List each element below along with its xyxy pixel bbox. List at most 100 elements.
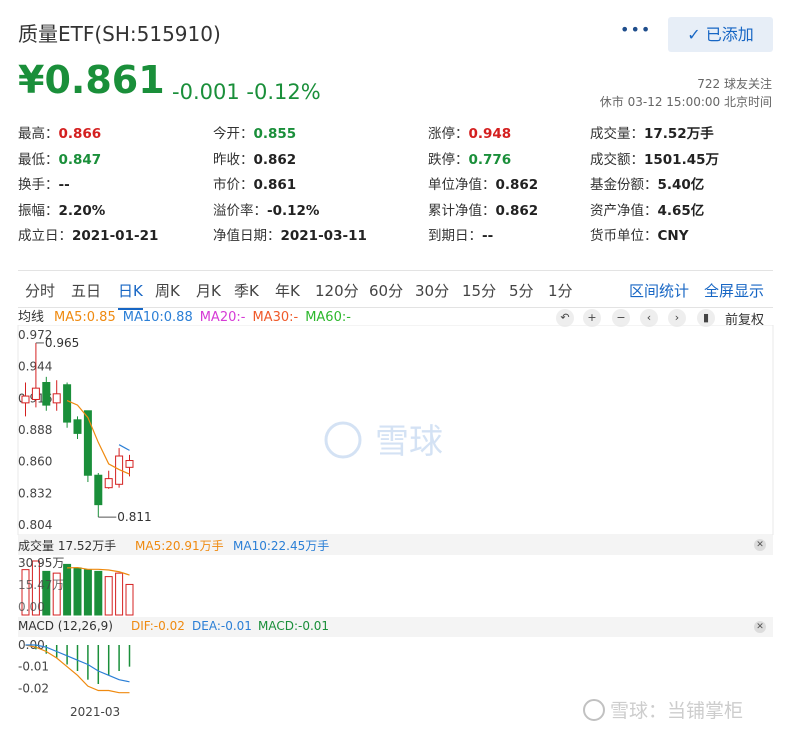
stat-value: 2021-01-21 — [72, 228, 159, 244]
fullscreen-link[interactable]: 全屏显示 — [704, 280, 764, 301]
added-label: 已添加 — [705, 25, 754, 44]
tab-7[interactable]: 120分 — [315, 280, 359, 301]
stat-label: 今开： — [213, 126, 254, 142]
volume-ma-item: MA10:22.45万手 — [233, 539, 330, 553]
ma-legend: 均线 MA5:0.85 MA10:0.88 MA20:- MA30:- MA60:- — [18, 306, 358, 325]
stat-value: 0.862 — [495, 202, 539, 219]
tab-11[interactable]: 5分 — [509, 280, 534, 301]
stat-label: 累计净值： — [428, 202, 496, 219]
tab-1[interactable]: 五日 — [71, 280, 101, 301]
stat-item: 资产净值：4.65亿 — [590, 199, 704, 219]
footer-watermark-text: 雪球：当铺掌柜 — [610, 700, 743, 722]
tab-0[interactable]: 分时 — [25, 280, 55, 301]
watermark-text: 雪球 — [375, 422, 443, 462]
tab-9[interactable]: 30分 — [415, 280, 449, 301]
volume-chart[interactable]: 30.95万 15.47万 0.00 — [0, 555, 800, 617]
volume-bar — [73, 567, 82, 616]
volume-bar — [125, 583, 134, 616]
stat-label: 溢价率： — [213, 202, 267, 219]
volume-bar — [94, 570, 103, 616]
stat-value: 17.52万手 — [644, 126, 714, 142]
stat-item: 换手：-- — [18, 173, 70, 193]
stat-value: CNY — [657, 228, 689, 244]
stat-value: 0.861 — [253, 177, 297, 193]
stat-label: 振幅： — [18, 202, 59, 219]
stat-item: 累计净值：0.862 — [428, 199, 538, 219]
y-tick-label: 0.944 — [18, 360, 52, 374]
candle-body — [52, 393, 61, 404]
macd-item: DEA:-0.01 — [192, 619, 252, 633]
stat-value: 0.862 — [495, 177, 539, 193]
candle-body — [21, 395, 30, 404]
stat-label: 最低： — [18, 151, 59, 168]
ma-label: 均线 — [18, 310, 45, 325]
current-price: ¥0.861 — [18, 58, 165, 102]
stat-label: 单位净值： — [428, 177, 496, 193]
ma10-line — [118, 444, 130, 451]
close-macd-icon[interactable]: ✕ — [754, 621, 766, 633]
stat-label: 换手： — [18, 177, 59, 193]
max-price-label: 0.965 — [45, 336, 79, 350]
more-menu-icon[interactable]: ••• — [620, 20, 651, 39]
ma-legend-item: MA20:- — [199, 310, 246, 325]
stat-label: 资产净值： — [590, 202, 658, 219]
y-tick-label: 0.860 — [18, 455, 52, 469]
candle-body — [63, 384, 72, 423]
tab-2[interactable]: 日K — [118, 280, 143, 310]
candle-body — [42, 382, 51, 406]
volume-legend-bar: 成交量 17.52万手 MA5:20.91万手 MA10:22.45万手 — [18, 535, 773, 555]
stat-item: 单位净值：0.862 — [428, 173, 538, 193]
stat-label: 最高： — [18, 126, 59, 142]
stat-label: 净值日期： — [213, 228, 281, 244]
stat-label: 成交量： — [590, 126, 644, 142]
volume-y-tick: 30.95万 — [18, 556, 64, 570]
stat-item: 到期日：-- — [428, 224, 493, 244]
stat-value: 0.862 — [253, 151, 297, 168]
candle-body — [104, 478, 113, 489]
tab-6[interactable]: 年K — [275, 280, 300, 301]
ma-legend-item: MA10:0.88 — [122, 310, 193, 325]
candlestick-chart[interactable]: 雪球0.9720.9440.9160.8880.8600.8320.8040.9… — [0, 325, 800, 535]
volume-y-tick-mid: 15.47万 — [18, 578, 64, 592]
range-stats-link[interactable]: 区间统计 — [629, 280, 689, 301]
stat-label: 跌停： — [428, 151, 469, 168]
tab-10[interactable]: 15分 — [462, 280, 496, 301]
stat-value: 0.855 — [253, 126, 297, 142]
tab-12[interactable]: 1分 — [548, 280, 573, 301]
volume-label: 成交量 17.52万手 — [18, 539, 117, 553]
volume-bar — [83, 569, 92, 616]
stat-label: 到期日： — [428, 228, 482, 244]
macd-y-tick: -0.02 — [18, 681, 49, 695]
stat-label: 货币单位： — [590, 228, 658, 244]
stat-value: -- — [482, 228, 494, 244]
added-watchlist-button[interactable]: ✓ 已添加 — [668, 17, 773, 52]
stat-label: 成立日： — [18, 228, 72, 244]
y-tick-label: 0.888 — [18, 423, 52, 437]
candle-body — [94, 474, 103, 506]
stat-item: 涨停：0.948 — [428, 122, 511, 142]
followers-count[interactable]: 722 球友关注 — [697, 75, 772, 92]
chart-period-tabs: 分时 五日 日K 周K 月K 季K 年K 120分 60分 30分 15分 5分 1分 区间统计 全屏显示 — [18, 270, 773, 310]
stat-item: 溢价率：-0.12% — [213, 199, 319, 219]
macd-chart[interactable]: 0.00-0.01-0.022021-03 雪球：当铺掌柜 — [0, 637, 800, 734]
volume-bar — [115, 572, 124, 616]
stat-value: 0.776 — [468, 151, 512, 168]
stat-item: 成交量：17.52万手 — [590, 122, 714, 142]
candle-body — [83, 410, 92, 476]
tab-5[interactable]: 季K — [234, 280, 259, 301]
y-tick-label: 0.832 — [18, 486, 52, 500]
change-percent: -0.12% — [246, 80, 321, 104]
tab-4[interactable]: 月K — [196, 280, 221, 301]
y-tick-label: 0.804 — [18, 518, 52, 532]
macd-legend-bar: MACD (12,26,9) DIF:-0.02 DEA:-0.01 MACD:-0.… — [18, 617, 773, 637]
close-volume-icon[interactable]: ✕ — [754, 539, 766, 551]
macd-item: MACD:-0.01 — [258, 619, 330, 633]
tab-8[interactable]: 60分 — [369, 280, 403, 301]
tab-3[interactable]: 周K — [155, 280, 180, 301]
macd-item: DIF:-0.02 — [131, 619, 185, 633]
stat-item: 跌停：0.776 — [428, 148, 511, 168]
stat-value: 2.20% — [58, 202, 106, 219]
candle-body — [31, 387, 40, 400]
volume-bar — [104, 576, 113, 616]
stat-item: 市价：0.861 — [213, 173, 296, 193]
